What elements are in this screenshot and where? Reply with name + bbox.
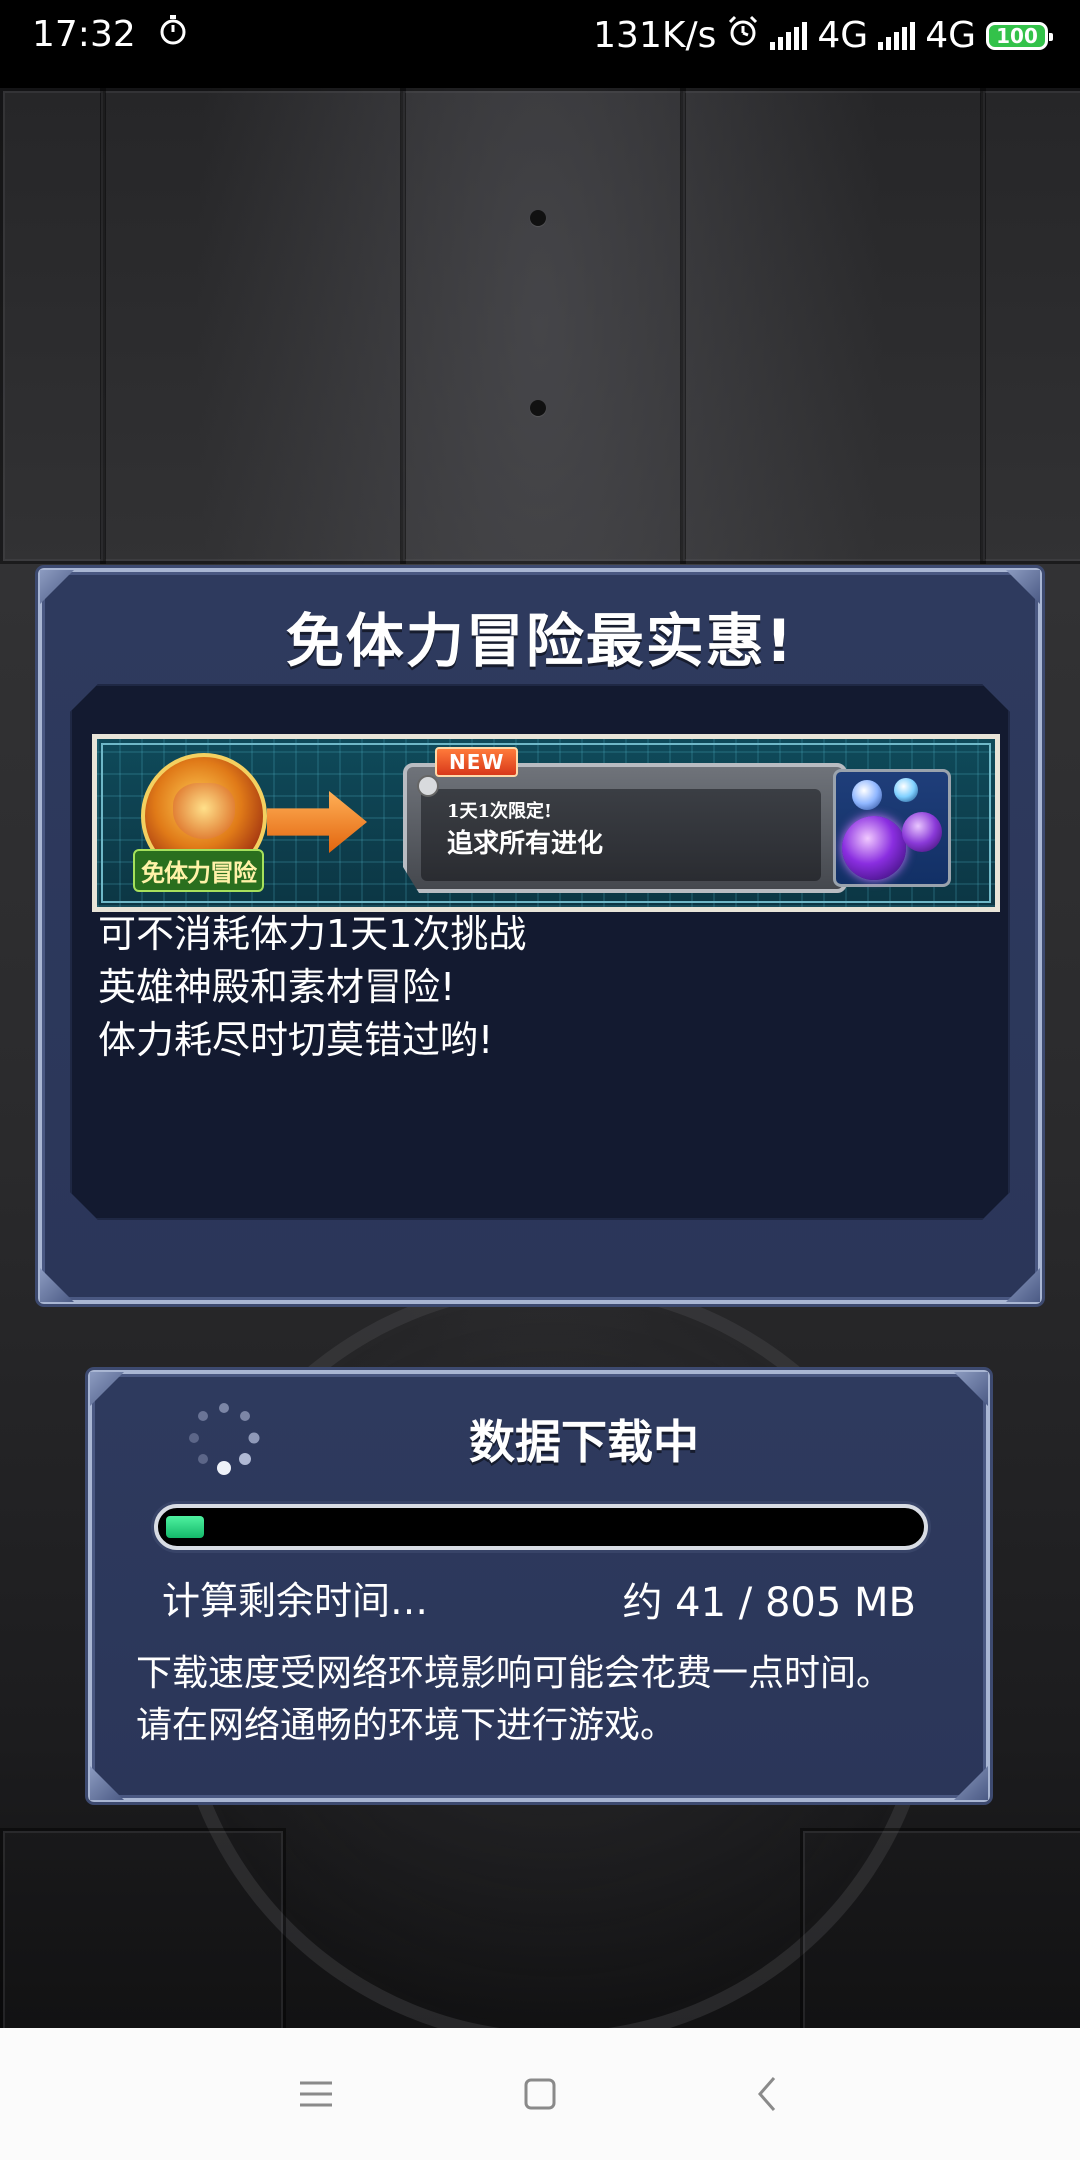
bg-panel	[800, 1828, 1080, 2028]
bg-panel	[980, 88, 1080, 564]
orb-icon	[842, 816, 906, 880]
medal-label: 免体力冒险	[133, 849, 264, 892]
quest-subtitle: 1天1次限定!	[447, 801, 552, 822]
download-title: 数据下载中	[469, 1415, 699, 1469]
quest-title: 追求所有进化	[447, 829, 604, 859]
announcement-title: 免体力冒险最实惠!	[285, 607, 795, 675]
medal-face	[173, 783, 235, 839]
orb-icon	[902, 812, 942, 852]
download-progress-fill	[166, 1516, 204, 1538]
system-nav-bar	[0, 2028, 1080, 2160]
event-banner: 免体力冒险 1天1次限定! 追求所有进化 NEW	[92, 734, 1000, 912]
announcement-panel: 免体力冒险最实惠! 免体力冒险 1天1次限定! 追求所有进化 NEW 可不消耗体…	[38, 568, 1042, 1304]
notice-line: 请在网络通畅的环境下进行游戏。	[136, 1705, 677, 1746]
download-notice: 下载速度受网络环境影响可能会花费一点时间。 请在网络通畅的环境下进行游戏。	[136, 1648, 892, 1752]
orb-icon	[894, 778, 918, 802]
bg-panel	[0, 88, 106, 564]
bg-panel	[680, 88, 986, 564]
download-size-label: 约 41 / 805 MB	[622, 1580, 916, 1626]
announcement-text: 可不消耗体力1天1次挑战 英雄神殿和素材冒险! 体力耗尽时切莫错过哟!	[98, 908, 526, 1067]
status-time: 17:32	[32, 14, 136, 55]
panel-corner	[90, 1372, 124, 1406]
network-speed: 131K/s	[593, 15, 717, 56]
bg-rivet	[530, 400, 546, 416]
orb-icon	[852, 780, 882, 810]
battery-icon: 100	[986, 21, 1053, 50]
announcement-line: 英雄神殿和素材冒险!	[98, 965, 456, 1009]
panel-corner	[40, 1268, 74, 1302]
bg-panel	[100, 88, 406, 564]
sim2-network-type: 4G	[925, 15, 976, 56]
evolution-orbs-icon	[833, 769, 951, 887]
announcement-line: 体力耗尽时切莫错过哟!	[98, 1018, 494, 1062]
bg-panel	[400, 88, 686, 564]
stopwatch-icon	[158, 14, 188, 55]
menu-button[interactable]	[286, 2064, 346, 2124]
home-icon	[524, 2078, 556, 2110]
notice-line: 下载速度受网络环境影响可能会花费一点时间。	[136, 1653, 893, 1694]
status-bar: 17:32 131K/s 4G 4G 100	[0, 0, 1080, 88]
remaining-time-label: 计算剩余时间…	[162, 1579, 429, 1623]
download-panel: 数据下载中 计算剩余时间… 约 41 / 805 MB 下载速度受网络环境影响可…	[88, 1370, 990, 1802]
bg-rivet	[530, 210, 546, 226]
download-progress-bar	[154, 1504, 928, 1550]
signal-icon-2	[878, 21, 916, 50]
panel-corner	[954, 1372, 988, 1406]
home-button[interactable]	[510, 2064, 570, 2124]
bg-panel	[0, 1828, 286, 2028]
back-icon	[758, 2077, 776, 2111]
back-button[interactable]	[738, 2064, 798, 2124]
panel-corner	[954, 1766, 988, 1800]
announcement-line: 可不消耗体力1天1次挑战	[98, 912, 527, 956]
quest-card: 1天1次限定! 追求所有进化	[403, 763, 847, 893]
pin-icon	[417, 775, 439, 797]
alarm-icon	[726, 14, 760, 57]
menu-icon	[300, 2081, 332, 2107]
signal-icon	[770, 21, 808, 50]
new-badge: NEW	[435, 747, 518, 777]
panel-corner	[90, 1766, 124, 1800]
sim1-network-type: 4G	[817, 15, 869, 56]
panel-corner	[1006, 1268, 1040, 1302]
